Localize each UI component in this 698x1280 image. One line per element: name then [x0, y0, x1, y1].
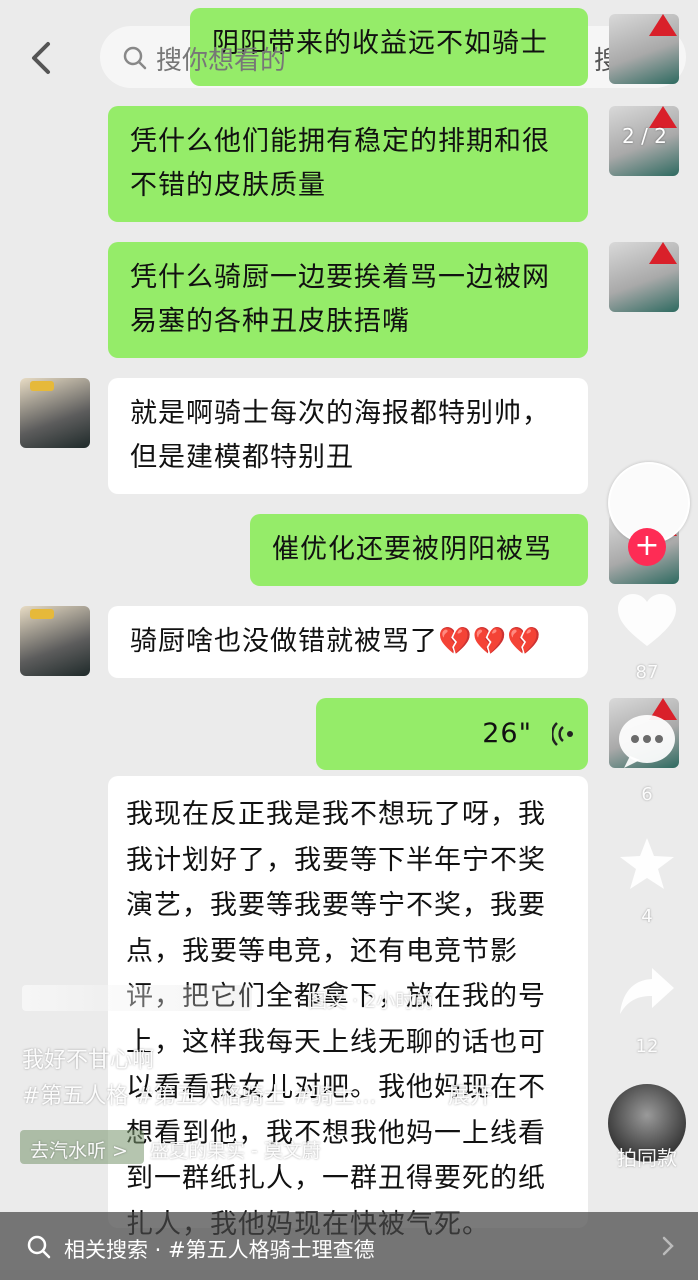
follow-button[interactable]: + — [628, 528, 666, 566]
chat-bubble-left: 就是啊骑士每次的海报都特别帅，但是建模都特别丑 — [108, 378, 588, 494]
avatar — [20, 606, 90, 676]
music-link[interactable]: 去汽水听 > — [30, 1136, 128, 1163]
post-tags[interactable]: #第五人格 #第五人格骑士 #骑士... — [22, 1078, 376, 1110]
image-counter: 2 / 2 — [622, 124, 667, 148]
comment-icon[interactable] — [616, 712, 678, 770]
voice-message-bubble[interactable]: 26" — [316, 698, 588, 770]
search-icon — [26, 1234, 52, 1260]
favorite-icon[interactable] — [618, 836, 676, 892]
avatar — [20, 378, 90, 448]
post-caption: 我好不甘心啊 — [22, 1048, 155, 1073]
voice-wave-icon — [550, 720, 576, 748]
music-title: 盛夏的果实 - 莫文蔚 — [150, 1140, 321, 1162]
chat-bubble-right: 催优化还要被阴阳被骂 — [250, 514, 588, 586]
post-author[interactable] — [22, 985, 252, 1011]
expand-link[interactable]: 展开 — [448, 1078, 492, 1110]
post-meta: · 图文 · 2小时前 — [296, 990, 434, 1012]
like-icon[interactable] — [616, 592, 678, 650]
chat-bubble-right: 凭什么骑厨一边要挨着骂一边被网易塞的各种丑皮肤捂嘴 — [108, 242, 588, 358]
same-style-label[interactable]: 拍同款 — [604, 1142, 690, 1171]
chat-bubble-right: 凭什么他们能拥有稳定的排期和很不错的皮肤质量 — [108, 106, 588, 222]
back-icon[interactable] — [22, 38, 62, 78]
avatar — [609, 242, 679, 312]
avatar — [609, 14, 679, 84]
search-placeholder: 搜你想看的 — [156, 46, 287, 76]
voice-duration: 26" — [482, 718, 532, 749]
related-search-text[interactable]: 相关搜索 · #第五人格骑士理查德 — [64, 1234, 375, 1264]
comment-count: 6 — [641, 784, 653, 805]
share-icon[interactable] — [618, 966, 676, 1018]
chat-bubble-left: 骑厨啥也没做错就被骂了💔💔💔 — [108, 606, 588, 678]
favorite-count: 4 — [641, 906, 653, 927]
like-count: 87 — [635, 662, 659, 683]
chevron-right-icon[interactable] — [660, 1234, 676, 1258]
share-count: 12 — [635, 1036, 659, 1057]
search-icon — [122, 45, 148, 71]
